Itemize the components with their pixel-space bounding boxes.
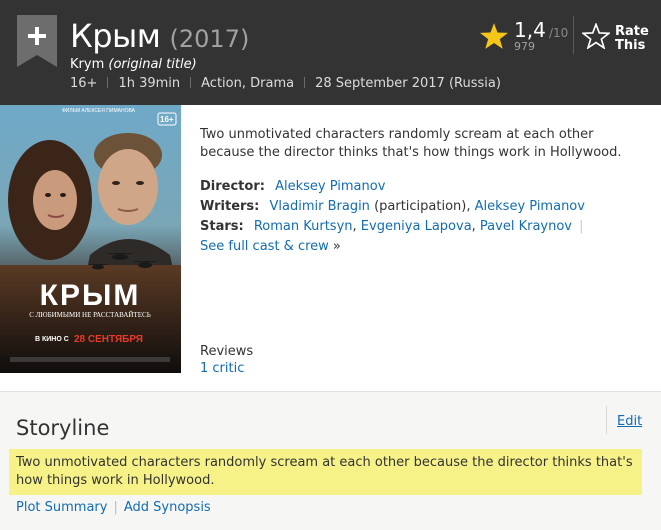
divider: [107, 77, 109, 88]
full-cast-link[interactable]: See full cast & crew: [200, 239, 329, 254]
title-bar: Крым (2017) Krym (original title) 16+ 1h …: [0, 0, 661, 105]
title-subtext: 16+ 1h 39min Action, Drama 28 September 201…: [70, 76, 501, 91]
storyline-section: Storyline Edit Two unmotivated character…: [0, 391, 661, 530]
certificate: 16+: [70, 76, 98, 91]
poster-age-rating: 16+: [160, 115, 174, 124]
genres-link[interactable]: Action, Drama: [201, 76, 294, 91]
plot-summary-link[interactable]: Plot Summary: [16, 500, 107, 515]
stars-row: Stars: Roman Kurtsyn, Evgeniya Lapova, P…: [200, 219, 584, 234]
poster-image[interactable]: ФИЛЬМ АЛЕКСЕЯ ПИМАНОВА 16+ КРЫМ С ЛЮБИМЫ…: [0, 105, 181, 373]
divider: [606, 406, 607, 434]
writer-note: (participation),: [374, 199, 471, 214]
watchlist-ribbon-icon: [17, 15, 57, 67]
rate-this-star-icon[interactable]: [582, 23, 610, 49]
reviews-block: Reviews 1 critic: [200, 343, 253, 377]
storyline-links: Plot Summary | Add Synopsis: [16, 500, 211, 515]
rating-star-icon: [480, 23, 508, 49]
director-link[interactable]: Aleksey Pimanov: [275, 179, 385, 194]
writer-link[interactable]: Aleksey Pimanov: [475, 199, 585, 214]
writer-link[interactable]: Vladimir Bragin: [270, 199, 370, 214]
runtime: 1h 39min: [118, 76, 181, 91]
edit-link[interactable]: Edit: [617, 414, 642, 429]
star-link[interactable]: Evgeniya Lapova: [361, 219, 472, 234]
storyline-text: Two unmotivated characters randomly scre…: [9, 449, 642, 495]
divider: [304, 77, 306, 88]
rating-count-link[interactable]: 979: [514, 40, 535, 53]
divider: |: [579, 219, 584, 234]
full-cast-row: See full cast & crew »: [200, 237, 655, 257]
director-row: Director: Aleksey Pimanov: [200, 177, 655, 197]
poster-title: КРЫМ: [40, 279, 141, 312]
chevron-right-icon: »: [332, 239, 341, 254]
storyline-heading: Storyline: [16, 416, 110, 440]
director-label: Director:: [200, 179, 265, 194]
poster-top-text: ФИЛЬМ АЛЕКСЕЯ ПИМАНОВА: [62, 108, 136, 114]
title-heading: Крым (2017): [70, 17, 249, 55]
poster-release-prefix: В КИНО С: [35, 336, 69, 343]
add-synopsis-link[interactable]: Add Synopsis: [124, 500, 211, 515]
rating-value: 1,4: [514, 18, 546, 42]
divider: [190, 77, 192, 88]
rate-label: Rate: [615, 24, 649, 39]
writers-row: Writers: Vladimir Bragin (participation)…: [200, 197, 655, 217]
original-title-note: (original title): [108, 57, 197, 72]
title-year-link[interactable]: (2017): [170, 25, 250, 53]
release-date-link[interactable]: 28 September 2017 (Russia): [315, 76, 501, 91]
critic-reviews-link[interactable]: 1 critic: [200, 361, 244, 376]
star-link[interactable]: Roman Kurtsyn: [254, 219, 353, 234]
stars-label: Stars:: [200, 219, 244, 234]
reviews-label: Reviews: [200, 344, 254, 359]
poster-release-date: 28 СЕНТЯБРЯ: [74, 334, 143, 345]
credits-block: Director: Aleksey Pimanov Writers: Vladi…: [200, 177, 655, 257]
rate-this-button[interactable]: Rate This: [615, 25, 655, 53]
divider: [573, 16, 574, 54]
star-link[interactable]: Pavel Kraynov: [480, 219, 572, 234]
rating-max: /10: [549, 26, 569, 40]
page-title: Крым: [70, 17, 161, 55]
divider: |: [113, 500, 118, 515]
plot-summary-text: Two unmotivated characters randomly scre…: [200, 127, 622, 160]
writers-label: Writers:: [200, 199, 260, 214]
this-label: This: [615, 38, 646, 53]
original-title-name: Krym: [70, 57, 105, 72]
original-title: Krym (original title): [70, 57, 197, 72]
add-to-watchlist-button[interactable]: [17, 15, 57, 67]
poster-artwork: ФИЛЬМ АЛЕКСЕЯ ПИМАНОВА 16+ КРЫМ С ЛЮБИМЫ…: [0, 105, 181, 373]
poster-tagline: С ЛЮБИМЫМИ НЕ РАССТАВАЙТЕСЬ: [29, 311, 150, 319]
